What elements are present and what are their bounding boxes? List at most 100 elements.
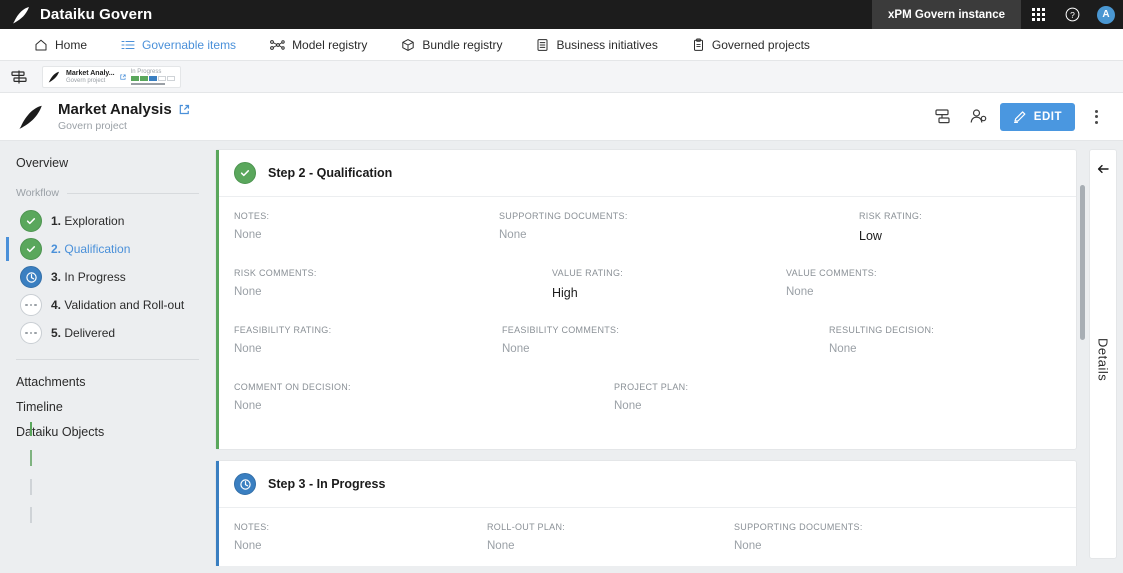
arrow-left-expand-icon[interactable] — [1096, 162, 1110, 176]
project-header: Market Analysis Govern project EDIT — [0, 93, 1123, 141]
check-circle-icon — [20, 210, 42, 232]
sidebar-item-attachments[interactable]: Attachments — [0, 370, 215, 395]
field-value: None — [829, 343, 857, 355]
nav-item-governed-projects[interactable]: Governed projects — [692, 29, 810, 61]
nav-item-business-initiatives[interactable]: Business initiatives — [536, 29, 658, 61]
project-title-block: Market Analysis Govern project — [58, 101, 190, 132]
project-identity: Market Analysis Govern project — [18, 101, 190, 132]
edit-button-label: EDIT — [1033, 110, 1062, 123]
sidebar-item-timeline[interactable]: Timeline — [0, 395, 215, 420]
breadcrumb-progress: In Progress — [130, 69, 175, 85]
main-content: Step 2 - Qualification NOTES: None SUPPO… — [215, 141, 1089, 566]
nav-item-governed-projects-label: Governed projects — [711, 37, 810, 52]
field-supporting-documents: SUPPORTING DOCUMENTS: None — [499, 211, 628, 241]
nav-item-bundle-registry-label: Bundle registry — [422, 37, 503, 52]
field-row: NOTES: None SUPPORTING DOCUMENTS: None R… — [234, 211, 1058, 268]
sidebar-step-in-progress[interactable]: 3. In Progress — [0, 263, 215, 291]
field-label: VALUE COMMENTS: — [786, 268, 877, 278]
more-actions-button[interactable] — [1081, 102, 1111, 132]
field-value: None — [502, 343, 530, 355]
external-link-icon[interactable] — [179, 104, 190, 115]
breadcrumb-bar: Market Analy... Govern project In Progre… — [0, 61, 1123, 93]
field-risk-rating: RISK RATING: Low — [859, 211, 922, 243]
field-label: RISK RATING: — [859, 211, 922, 221]
field-feasibility-rating: FEASIBILITY RATING: None — [234, 325, 331, 355]
sign-off-icon — [935, 109, 950, 124]
nav-item-governable-items[interactable]: Governable items — [121, 29, 236, 61]
panel-toggle-button[interactable] — [6, 69, 32, 85]
field-label: RISK COMMENTS: — [234, 268, 317, 278]
sidebar-step-qualification[interactable]: 2. Qualification — [0, 235, 215, 263]
field-supporting-documents: SUPPORTING DOCUMENTS: None — [734, 522, 863, 552]
step-card-fields: NOTES: None SUPPORTING DOCUMENTS: None R… — [216, 197, 1076, 449]
external-link-icon[interactable] — [120, 74, 126, 80]
project-title-row: Market Analysis — [58, 101, 190, 118]
project-sidebar: Overview Workflow 1. Exploration 2. Qual… — [0, 141, 215, 566]
vertical-scrollbar[interactable] — [1080, 185, 1085, 340]
document-lines-icon — [537, 38, 548, 51]
nav-item-home[interactable]: Home — [34, 29, 87, 61]
home-icon — [35, 39, 47, 50]
field-label: SUPPORTING DOCUMENTS: — [499, 211, 628, 221]
user-menu-button[interactable]: A — [1089, 0, 1123, 29]
workflow-label: Workflow — [16, 187, 59, 199]
project-header-actions: EDIT — [928, 102, 1111, 132]
field-label: COMMENT ON DECISION: — [234, 382, 351, 392]
field-resulting-decision: RESULTING DECISION: None — [829, 325, 934, 355]
user-tag-icon — [970, 109, 987, 123]
sidebar-step-exploration[interactable]: 1. Exploration — [0, 207, 215, 235]
sidebar-step-delivered[interactable]: 5. Delivered — [0, 319, 215, 347]
step-connector — [30, 422, 32, 436]
field-risk-comments: RISK COMMENTS: None — [234, 268, 317, 298]
sidebar-item-overview[interactable]: Overview — [0, 153, 215, 173]
details-panel-collapsed[interactable]: Details — [1089, 149, 1117, 559]
field-row: NOTES: None ROLL-OUT PLAN: None SUPPORTI… — [234, 522, 1058, 566]
cube-icon — [402, 38, 415, 51]
panel-toggle-icon — [11, 70, 27, 83]
field-value: None — [614, 400, 642, 412]
manage-users-button[interactable] — [964, 102, 994, 132]
breadcrumb-project-text: Market Analy... Govern project — [66, 70, 115, 84]
field-row: FEASIBILITY RATING: None FEASIBILITY COM… — [234, 325, 1058, 382]
field-value: None — [487, 540, 515, 552]
field-comment-on-decision: COMMENT ON DECISION: None — [234, 382, 351, 412]
field-row: COMMENT ON DECISION: None PROJECT PLAN: … — [234, 382, 1058, 439]
field-notes: NOTES: None — [234, 522, 269, 552]
sign-off-button[interactable] — [928, 102, 958, 132]
edit-button[interactable]: EDIT — [999, 102, 1075, 131]
top-bar-right: xPM Govern instance ? A — [872, 0, 1123, 29]
field-value: Low — [859, 229, 882, 243]
field-label: NOTES: — [234, 211, 270, 221]
sidebar-item-dataiku-objects[interactable]: Dataiku Objects — [0, 420, 215, 445]
sidebar-step-validation-and-rollout[interactable]: 4. Validation and Roll-out — [0, 291, 215, 319]
field-row: RISK COMMENTS: None VALUE RATING: High V… — [234, 268, 1058, 325]
list-check-icon — [121, 40, 135, 49]
divider — [66, 192, 199, 194]
brand[interactable]: Dataiku Govern — [0, 6, 152, 24]
instance-selector[interactable]: xPM Govern instance — [872, 0, 1021, 29]
field-value: None — [234, 229, 262, 241]
help-button[interactable]: ? — [1055, 0, 1089, 29]
details-panel-label: Details — [1095, 338, 1111, 382]
nav-item-model-registry[interactable]: Model registry — [270, 29, 367, 61]
field-label: RESULTING DECISION: — [829, 325, 935, 335]
field-label: NOTES: — [234, 522, 270, 532]
field-label: FEASIBILITY RATING: — [234, 325, 332, 335]
breadcrumb-project-card[interactable]: Market Analy... Govern project In Progre… — [42, 65, 181, 88]
workflow-section-header: Workflow — [0, 187, 215, 199]
help-circle-icon: ? — [1065, 7, 1079, 22]
clock-circle-icon — [20, 266, 42, 288]
field-label: VALUE RATING: — [552, 268, 624, 278]
apps-grid-button[interactable] — [1021, 0, 1055, 29]
nav-item-bundle-registry[interactable]: Bundle registry — [401, 29, 502, 61]
dots-circle-icon — [20, 322, 42, 344]
model-nodes-icon — [270, 39, 285, 50]
field-value: None — [499, 229, 527, 241]
dataiku-bird-logo — [13, 6, 29, 23]
sidebar-step-label: 5. Delivered — [51, 326, 116, 340]
dataiku-bird-logo — [48, 71, 60, 83]
brand-name: Dataiku Govern — [40, 6, 153, 23]
breadcrumb-project-title: Market Analy... — [66, 69, 115, 77]
check-circle-icon — [234, 162, 256, 184]
field-feasibility-comments: FEASIBILITY COMMENTS: None — [502, 325, 619, 355]
